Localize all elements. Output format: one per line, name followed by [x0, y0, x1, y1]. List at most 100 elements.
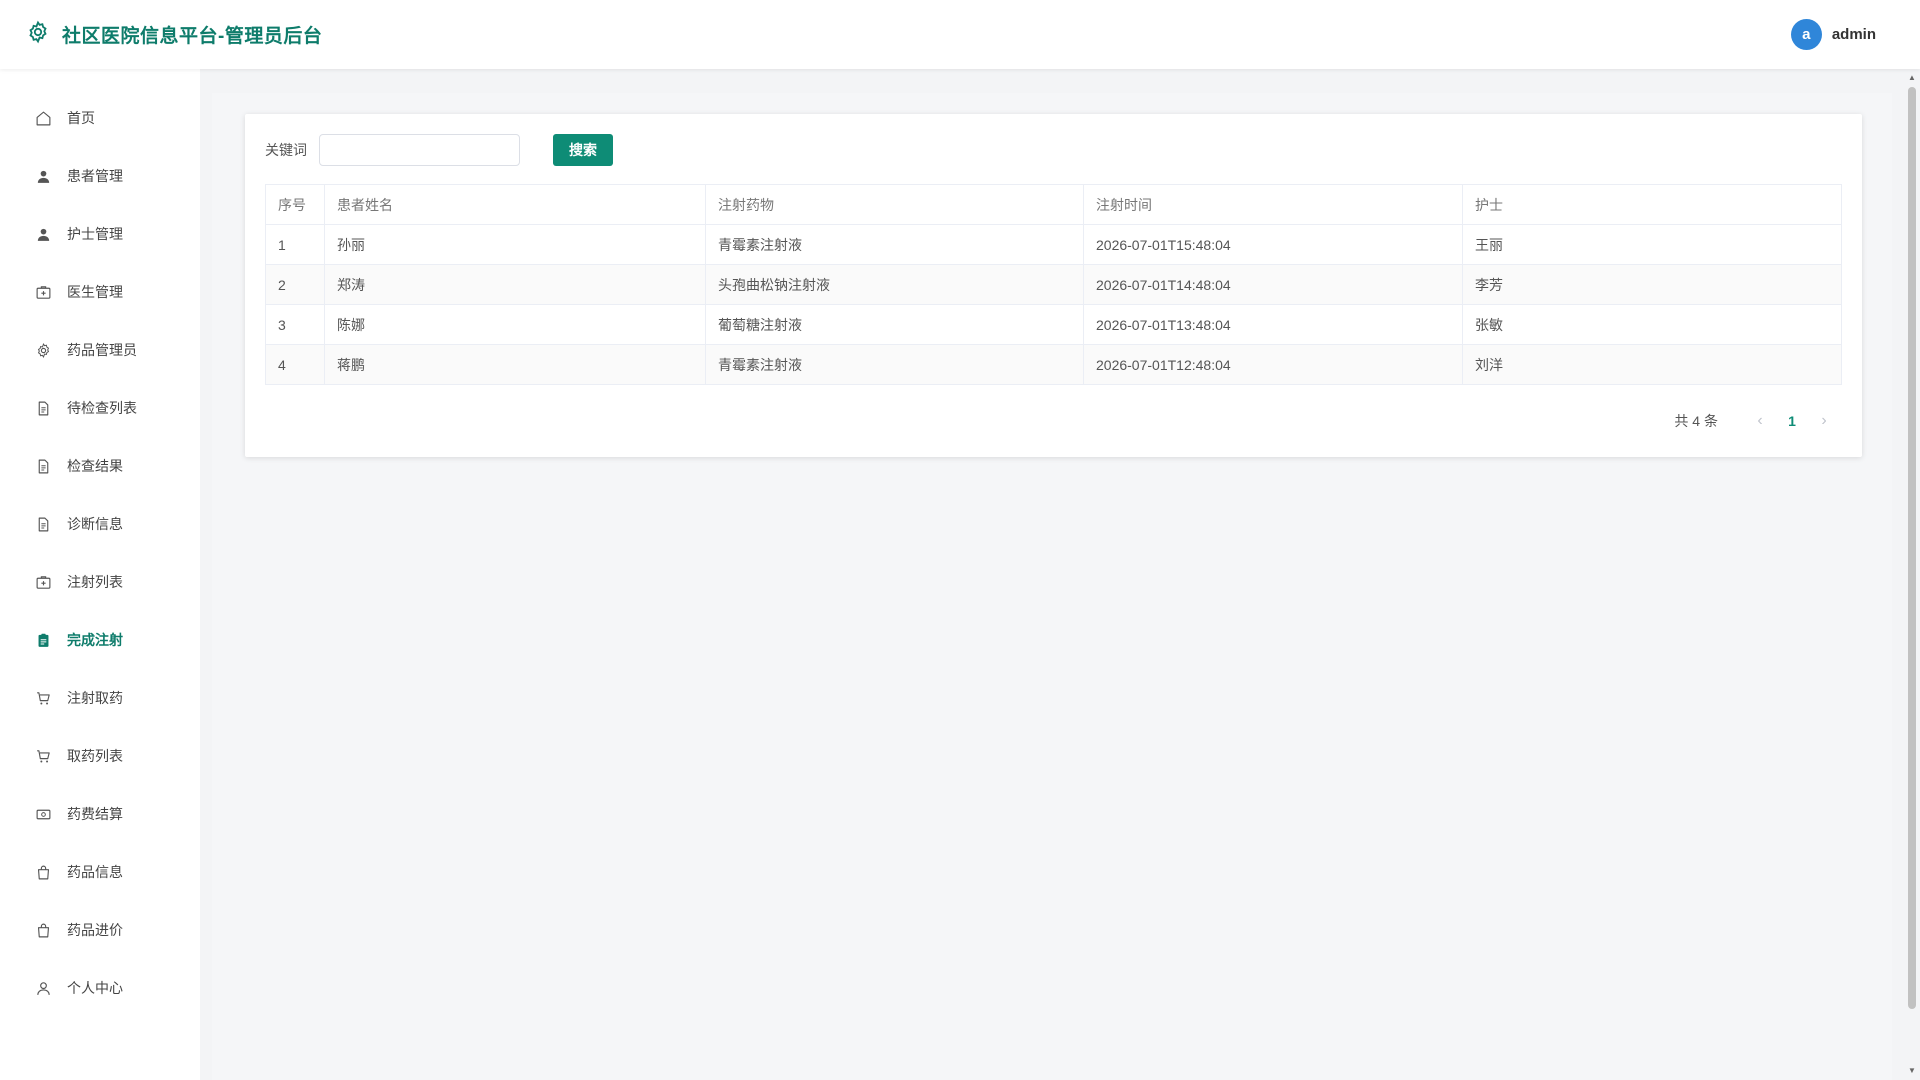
sidebar-item-label: 取药列表	[67, 748, 123, 764]
table-row[interactable]: 2 郑涛 头孢曲松钠注射液 2026-07-01T14:48:04 李芳	[265, 264, 1842, 305]
home-icon	[35, 110, 52, 127]
document-icon	[35, 458, 52, 475]
cell-time: 2026-07-01T12:48:04	[1083, 344, 1463, 385]
sidebar-item-label: 待检查列表	[67, 400, 137, 416]
money-icon	[35, 806, 52, 823]
sidebar-item-label: 护士管理	[67, 226, 123, 242]
sidebar-item-label: 完成注射	[67, 632, 123, 648]
cell-no: 1	[265, 224, 325, 265]
sidebar-item-8[interactable]: 注射列表	[0, 553, 200, 611]
table-row[interactable]: 4 蒋鹏 青霉素注射液 2026-07-01T12:48:04 刘洋	[265, 344, 1842, 385]
header-patient-name[interactable]: 患者姓名	[324, 184, 706, 225]
user-menu[interactable]: a admin	[1790, 19, 1876, 50]
bag-icon	[35, 922, 52, 939]
sidebar-item-label: 注射列表	[67, 574, 123, 590]
header-no[interactable]: 序号	[265, 184, 325, 225]
cell-drug: 葡萄糖注射液	[705, 304, 1084, 345]
cart-icon	[35, 690, 52, 707]
sidebar-item-5[interactable]: 待检查列表	[0, 379, 200, 437]
search-input[interactable]	[319, 134, 520, 166]
sidebar-item-10[interactable]: 注射取药	[0, 669, 200, 727]
top-header: 社区医院信息平台-管理员后台 a admin	[0, 0, 1920, 69]
sidebar-item-label: 药品管理员	[67, 342, 137, 358]
cell-patient-name: 陈娜	[324, 304, 706, 345]
table-header-row: 序号 患者姓名 注射药物 注射时间 护士	[265, 184, 1842, 225]
medical-box-icon	[35, 574, 52, 591]
injection-list-card: 关键词 搜索 序号 患者姓名 注射药物 注射时间 护士 1 孙丽 青霉素注射液 202…	[245, 114, 1862, 457]
cell-patient-name: 郑涛	[324, 264, 706, 305]
header-nurse[interactable]: 护士	[1462, 184, 1842, 225]
sidebar-item-label: 检查结果	[67, 458, 123, 474]
pagination: 共 4 条 ‹ 1 ›	[1674, 411, 1840, 431]
completed-injection-table: 序号 患者姓名 注射药物 注射时间 护士 1 孙丽 青霉素注射液 2026-07-01…	[265, 184, 1842, 385]
sidebar-item-1[interactable]: 患者管理	[0, 147, 200, 205]
content-area: 关键词 搜索 序号 患者姓名 注射药物 注射时间 护士 1 孙丽 青霉素注射液 202…	[212, 93, 1892, 1080]
sidebar-item-11[interactable]: 取药列表	[0, 727, 200, 785]
search-label: 关键词	[265, 142, 307, 158]
cart-icon	[35, 748, 52, 765]
sidebar-item-12[interactable]: 药费结算	[0, 785, 200, 843]
app-title: 社区医院信息平台-管理员后台	[62, 26, 323, 47]
cell-drug: 头孢曲松钠注射液	[705, 264, 1084, 305]
cell-nurse: 王丽	[1462, 224, 1842, 265]
avatar[interactable]: a	[1790, 19, 1822, 50]
sidebar-item-0[interactable]: 首页	[0, 89, 200, 147]
sidebar-item-label: 医生管理	[67, 284, 123, 300]
scroll-thumb[interactable]	[1908, 87, 1916, 1009]
sidebar-item-13[interactable]: 药品信息	[0, 843, 200, 901]
cell-no: 4	[265, 344, 325, 385]
cell-time: 2026-07-01T15:48:04	[1083, 224, 1463, 265]
sidebar-item-label: 注射取药	[67, 690, 123, 706]
document-icon	[35, 516, 52, 533]
main-content: 关键词 搜索 序号 患者姓名 注射药物 注射时间 护士 1 孙丽 青霉素注射液 202…	[200, 69, 1906, 1080]
user-icon	[35, 168, 52, 185]
cell-no: 3	[265, 304, 325, 345]
gear-icon	[35, 342, 52, 359]
sidebar-item-label: 首页	[67, 110, 95, 126]
sidebar-item-label: 药品信息	[67, 864, 123, 880]
table-row[interactable]: 3 陈娜 葡萄糖注射液 2026-07-01T13:48:04 张敏	[265, 304, 1842, 345]
cell-time: 2026-07-01T14:48:04	[1083, 264, 1463, 305]
header-time[interactable]: 注射时间	[1083, 184, 1463, 225]
cell-no: 2	[265, 264, 325, 305]
clipboard-icon	[35, 632, 52, 649]
cell-nurse: 刘洋	[1462, 344, 1842, 385]
sidebar-item-4[interactable]: 药品管理员	[0, 321, 200, 379]
sidebar-item-label: 药费结算	[67, 806, 123, 822]
sidebar: 首页患者管理护士管理医生管理药品管理员待检查列表检查结果诊断信息注射列表完成注射…	[0, 69, 200, 1080]
sidebar-item-9[interactable]: 完成注射	[0, 611, 200, 669]
sidebar-item-6[interactable]: 检查结果	[0, 437, 200, 495]
header-drug[interactable]: 注射药物	[705, 184, 1084, 225]
document-icon	[35, 400, 52, 417]
user-icon	[35, 226, 52, 243]
page-scrollbar[interactable]: ▲ ▼	[1906, 69, 1918, 1080]
scroll-up-icon[interactable]: ▲	[1907, 73, 1917, 83]
table-row[interactable]: 1 孙丽 青霉素注射液 2026-07-01T15:48:04 王丽	[265, 224, 1842, 265]
cell-drug: 青霉素注射液	[705, 224, 1084, 265]
cell-patient-name: 孙丽	[324, 224, 706, 265]
cell-patient-name: 蒋鹏	[324, 344, 706, 385]
sidebar-item-3[interactable]: 医生管理	[0, 263, 200, 321]
cell-time: 2026-07-01T13:48:04	[1083, 304, 1463, 345]
sidebar-item-7[interactable]: 诊断信息	[0, 495, 200, 553]
prev-page-icon[interactable]: ‹	[1744, 412, 1776, 430]
sidebar-item-label: 诊断信息	[67, 516, 123, 532]
brand: 社区医院信息平台-管理员后台	[26, 20, 322, 49]
sidebar-item-label: 个人中心	[67, 980, 123, 996]
sidebar-item-14[interactable]: 药品进价	[0, 901, 200, 959]
pagination-total: 共 4 条	[1674, 413, 1718, 429]
sidebar-item-label: 药品进价	[67, 922, 123, 938]
sidebar-item-2[interactable]: 护士管理	[0, 205, 200, 263]
cell-nurse: 张敏	[1462, 304, 1842, 345]
cell-nurse: 李芳	[1462, 264, 1842, 305]
bag-icon	[35, 864, 52, 881]
page-number[interactable]: 1	[1776, 413, 1808, 429]
next-page-icon[interactable]: ›	[1808, 412, 1840, 430]
sidebar-item-label: 患者管理	[67, 168, 123, 184]
search-bar: 关键词 搜索	[265, 134, 1842, 166]
username[interactable]: admin	[1832, 26, 1876, 43]
sidebar-item-15[interactable]: 个人中心	[0, 959, 200, 1017]
search-button[interactable]: 搜索	[553, 134, 613, 166]
scroll-down-icon[interactable]: ▼	[1907, 1066, 1917, 1076]
gear-icon	[26, 20, 50, 49]
